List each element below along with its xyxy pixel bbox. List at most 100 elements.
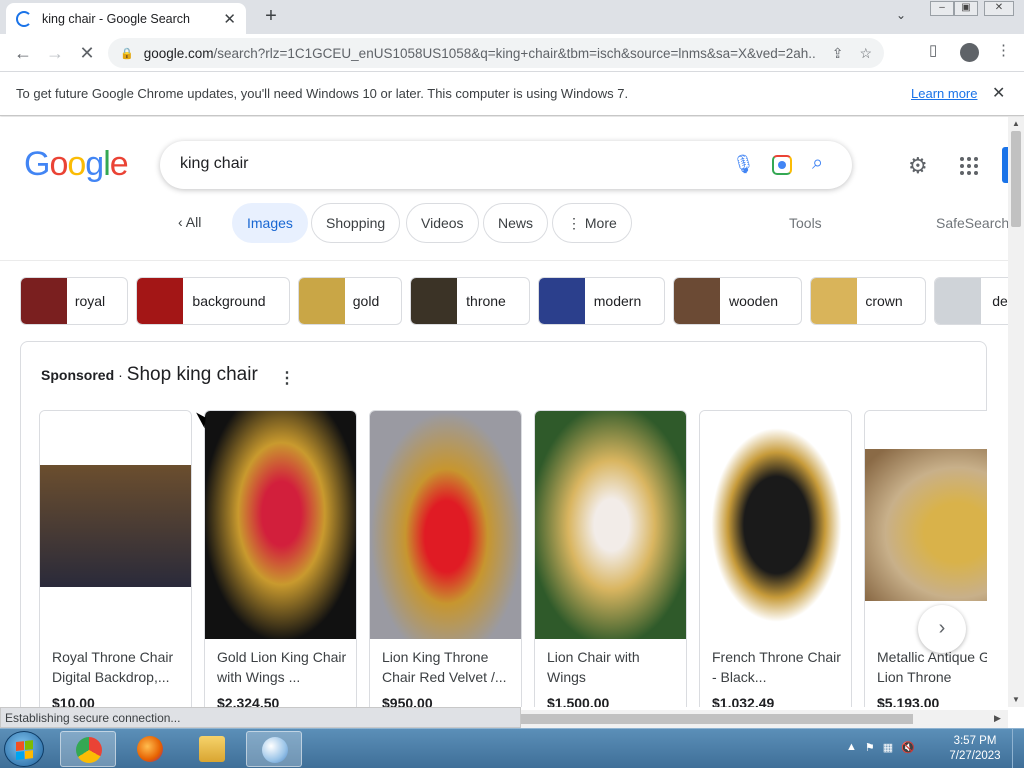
product-card[interactable]: Royal Throne Chair Digital Backdrop,... …	[39, 410, 192, 707]
taskbar-explorer[interactable]	[184, 731, 240, 767]
logo-letter: o	[49, 145, 68, 183]
tab-shopping-label: Shopping	[326, 215, 386, 231]
show-desktop-button[interactable]	[1012, 729, 1024, 768]
scrollbar-thumb[interactable]	[1011, 131, 1021, 227]
product-card[interactable]: Lion Chair with Wings $1,500.00	[534, 410, 687, 707]
settings-gear-icon[interactable]: ⚙	[908, 153, 928, 179]
product-card[interactable]: French Throne Chair - Black... $1,032.49	[699, 410, 852, 707]
start-button[interactable]	[4, 731, 44, 767]
related-chip[interactable]: gold	[298, 277, 402, 325]
taskbar-chrome[interactable]	[60, 731, 116, 767]
tab-images[interactable]: Images	[232, 203, 308, 243]
close-window-button[interactable]: ✕	[984, 1, 1014, 16]
bookmark-star-icon[interactable]: ☆	[859, 45, 872, 62]
system-tray: ▲ ⚑ ▦ 🔇	[846, 741, 915, 754]
scroll-right-icon[interactable]: ▶	[994, 713, 1001, 724]
h-scrollbar-thumb[interactable]	[521, 714, 913, 724]
action-center-icon[interactable]: ⚑	[865, 741, 875, 754]
share-icon[interactable]: ⇪	[832, 45, 844, 62]
product-name[interactable]: Lion King Throne Chair Red Velvet /...	[382, 647, 516, 687]
chrome-menu-icon[interactable]: ⋮	[996, 41, 1011, 59]
learn-more-link[interactable]: Learn more	[911, 86, 977, 101]
microphone-icon[interactable]: 🎙	[732, 154, 755, 175]
url-path: /search?rlz=1C1GCEU_enUS1058US1058&q=kin…	[213, 45, 816, 61]
related-thumbnail	[137, 278, 183, 324]
product-image[interactable]	[865, 411, 987, 639]
forward-icon[interactable]: →	[44, 42, 66, 64]
tab-videos[interactable]: Videos	[406, 203, 479, 243]
related-label: background	[192, 293, 266, 309]
scroll-up-icon[interactable]: ▲	[1012, 119, 1020, 128]
related-chip[interactable]: royal	[20, 277, 128, 325]
product-image[interactable]	[535, 411, 686, 639]
product-price: $5,193.00	[877, 695, 940, 707]
clock-date: 7/27/2023	[949, 750, 1001, 762]
google-apps-icon[interactable]	[960, 157, 978, 175]
product-name[interactable]: Metallic Antique Gold Lion Throne	[877, 647, 987, 687]
minimize-button[interactable]: –	[930, 1, 954, 16]
product-image[interactable]	[700, 411, 851, 639]
clock[interactable]: 3:57 PM 7/27/2023	[945, 734, 1005, 764]
search-icon[interactable]: ⌕	[812, 152, 823, 175]
search-box[interactable]: king chair 🎙 ⌕	[160, 141, 852, 189]
show-hidden-icons-icon[interactable]: ▲	[846, 741, 857, 754]
google-lens-icon[interactable]	[772, 155, 792, 175]
volume-muted-icon[interactable]: 🔇	[901, 741, 915, 754]
windows-logo-icon	[16, 740, 34, 760]
scroll-down-icon[interactable]: ▼	[1012, 695, 1020, 704]
vertical-scrollbar[interactable]: ▲ ▼	[1008, 117, 1024, 707]
stop-loading-icon[interactable]: ✕	[76, 42, 98, 64]
restore-button[interactable]: ▣	[954, 1, 978, 16]
browser-toolbar: ← → ✕ 🔒 google.com/search?rlz=1C1GCEU_en…	[0, 34, 1024, 72]
related-thumbnail	[935, 278, 981, 324]
side-panel-icon[interactable]: ▯	[929, 41, 937, 59]
product-name[interactable]: Royal Throne Chair Digital Backdrop,...	[52, 647, 186, 687]
search-input[interactable]: king chair	[180, 155, 248, 173]
tab-news[interactable]: News	[483, 203, 549, 243]
related-label: royal	[74, 293, 106, 309]
tab-all[interactable]: ‹ All	[160, 203, 201, 243]
sponsored-label: Sponsored	[41, 367, 115, 383]
google-logo[interactable]: Google	[24, 145, 129, 184]
related-chip[interactable]: throne	[410, 277, 530, 325]
related-chip[interactable]: wooden	[673, 277, 802, 325]
related-chip[interactable]: modern	[538, 277, 665, 325]
tab-shopping[interactable]: Shopping	[311, 203, 401, 243]
separator-dot: ·	[118, 367, 123, 383]
address-bar[interactable]: 🔒 google.com/search?rlz=1C1GCEU_enUS1058…	[108, 38, 884, 68]
safesearch-button[interactable]: SafeSearch	[936, 215, 1008, 231]
product-name[interactable]: Gold Lion King Chair with Wings ...	[217, 647, 351, 687]
tab-search-icon[interactable]: ⌄	[896, 8, 906, 22]
ad-options-icon[interactable]: ⋮	[279, 368, 295, 388]
tab-more[interactable]: ⋮ More	[552, 203, 632, 243]
taskbar-paint[interactable]	[246, 731, 302, 767]
product-image[interactable]	[40, 411, 191, 639]
product-name[interactable]: French Throne Chair - Black...	[712, 647, 846, 687]
back-icon[interactable]: ←	[12, 42, 34, 64]
profile-avatar-icon[interactable]	[960, 43, 979, 62]
carousel-next-button[interactable]: ›	[918, 605, 966, 653]
infobar-close-icon[interactable]: ✕	[992, 83, 1005, 103]
product-card[interactable]: Gold Lion King Chair with Wings ... $2,3…	[204, 410, 357, 707]
browser-tab[interactable]: king chair - Google Search ✕	[6, 3, 246, 34]
product-image[interactable]	[205, 411, 356, 639]
network-icon[interactable]: ▦	[883, 741, 893, 754]
logo-letter: G	[24, 145, 50, 183]
product-price: $950.00	[382, 695, 433, 707]
product-card[interactable]: Metallic Antique Gold Lion Throne $5,193…	[864, 410, 987, 707]
url-text[interactable]: google.com/search?rlz=1C1GCEU_enUS1058US…	[144, 46, 816, 61]
horizontal-scrollbar[interactable]: ▶	[521, 710, 1008, 728]
tools-button[interactable]: Tools	[789, 215, 822, 231]
close-tab-icon[interactable]: ✕	[223, 10, 236, 28]
related-chip[interactable]: background	[136, 277, 290, 325]
related-thumbnail	[674, 278, 720, 324]
related-thumbnail	[411, 278, 457, 324]
product-card[interactable]: Lion King Throne Chair Red Velvet /... $…	[369, 410, 522, 707]
product-image[interactable]	[370, 411, 521, 639]
related-chip[interactable]: de	[934, 277, 1008, 325]
taskbar-firefox[interactable]	[122, 731, 178, 767]
update-infobar: To get future Google Chrome updates, you…	[0, 72, 1024, 116]
product-name[interactable]: Lion Chair with Wings	[547, 647, 681, 687]
related-chip[interactable]: crown	[810, 277, 926, 325]
new-tab-button[interactable]: +	[260, 5, 282, 27]
